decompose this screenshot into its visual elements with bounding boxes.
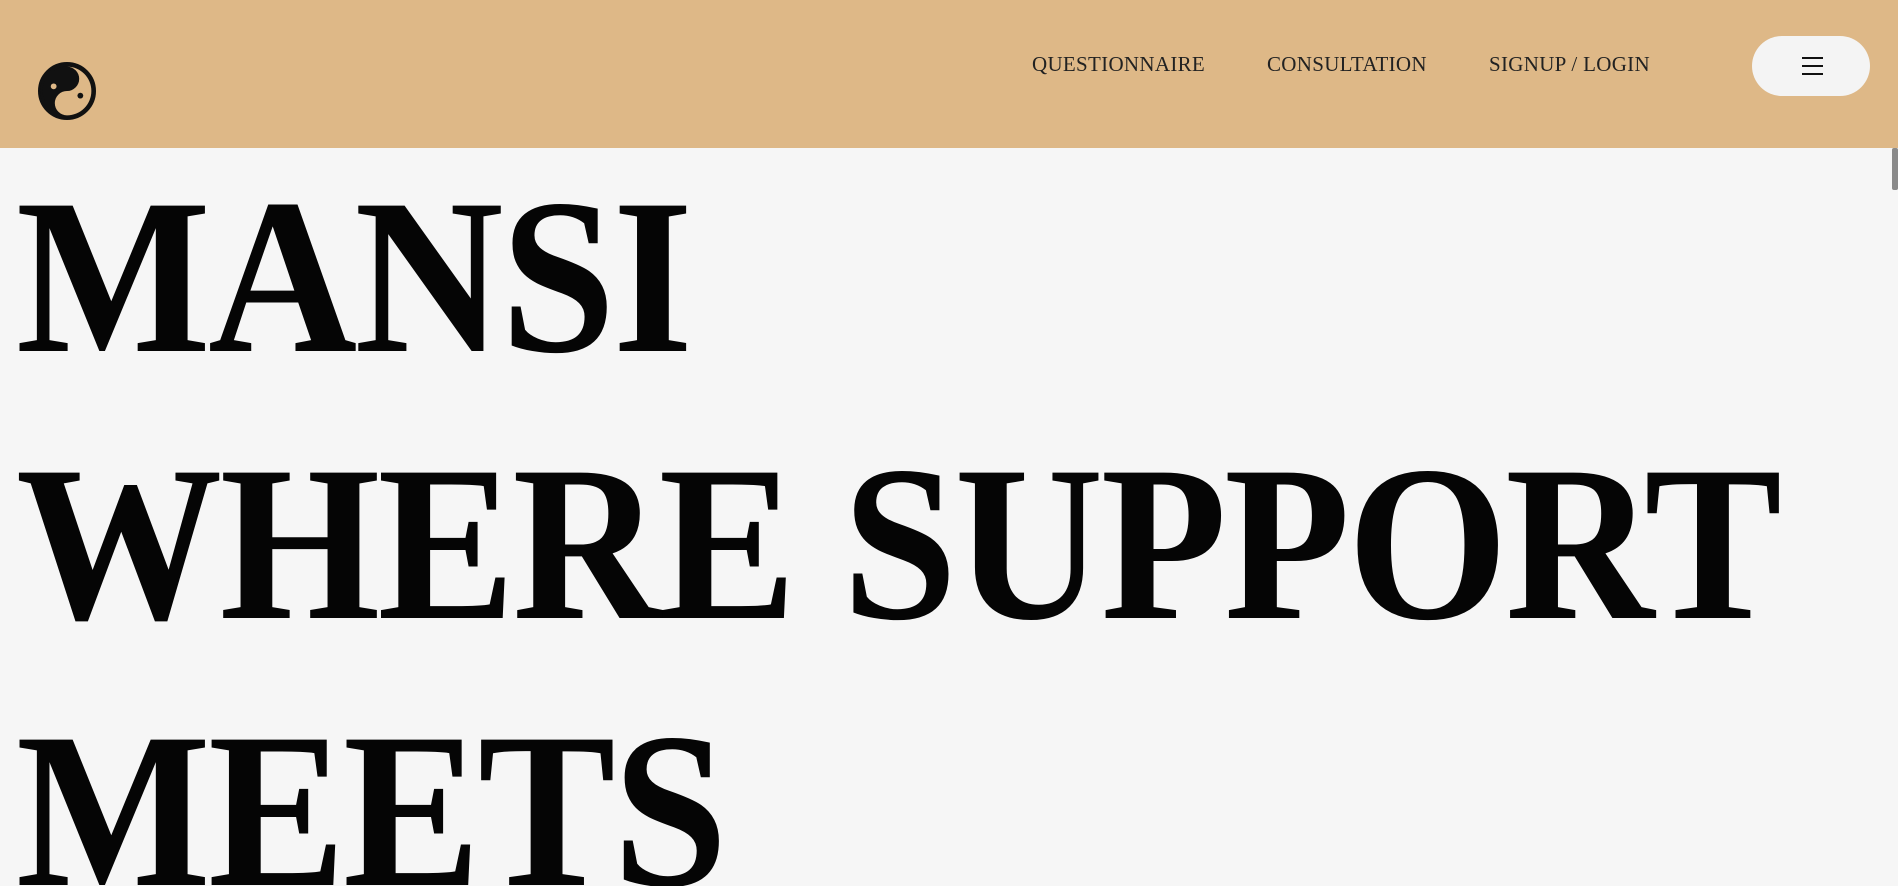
hero-section: MANSI WHERE SUPPORT MEETS (16, 148, 1886, 886)
yin-yang-icon[interactable] (38, 62, 96, 120)
nav-consultation-link[interactable]: CONSULTATION (1267, 52, 1427, 77)
menu-button[interactable] (1752, 36, 1870, 96)
hero-title-line-3: MEETS (16, 688, 728, 886)
scrollbar-thumb[interactable] (1892, 148, 1898, 190)
hero-title-line-2: WHERE SUPPORT (16, 421, 1782, 667)
site-header: QUESTIONNAIRE CONSULTATION SIGNUP / LOGI… (0, 0, 1898, 148)
nav-questionnaire-link[interactable]: QUESTIONNAIRE (1032, 52, 1205, 77)
hero-title-line-1: MANSI (16, 154, 693, 400)
nav-signup-login-link[interactable]: SIGNUP / LOGIN (1489, 52, 1650, 77)
